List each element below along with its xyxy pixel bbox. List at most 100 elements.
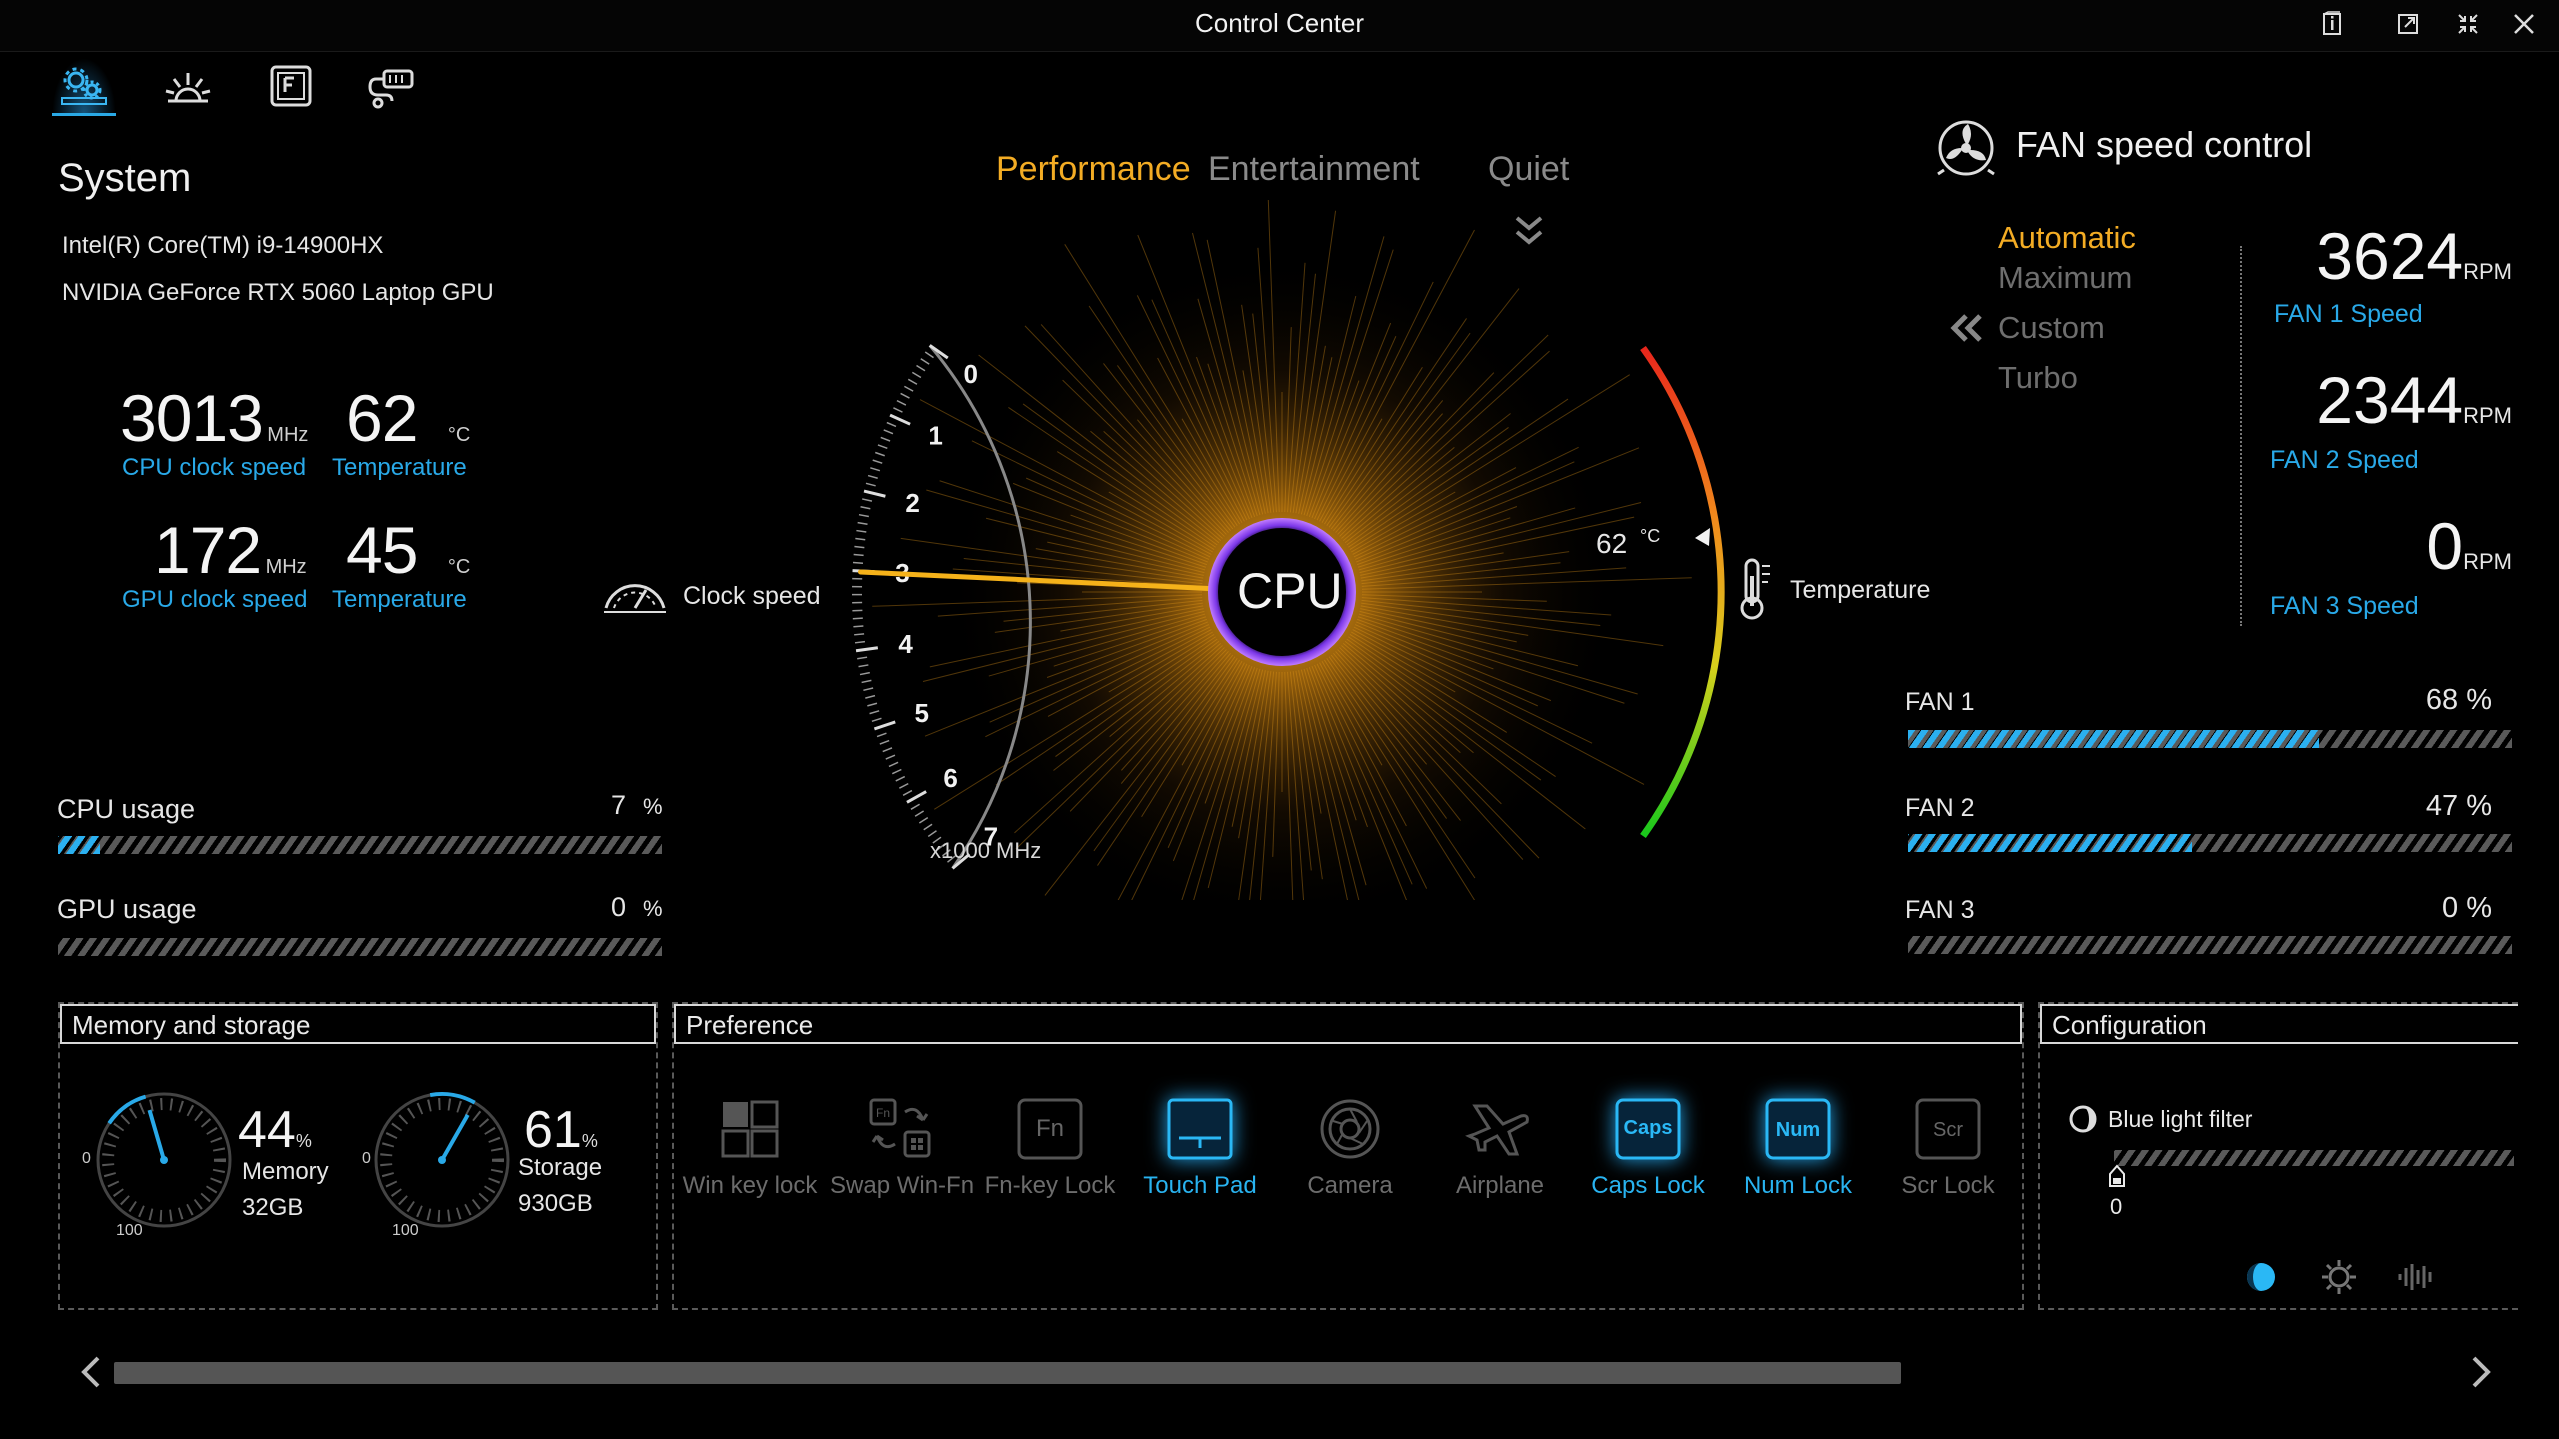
info-button[interactable] [2310,4,2354,44]
gpu-clock-stat: 172 MHz [154,512,354,588]
clock-scale-tick [916,364,926,372]
blue-light-value: 0 [2110,1194,2123,1219]
blue-light-slider[interactable] [2114,1150,2514,1166]
clock-scale-tick [896,399,907,406]
memory-gauge-min: 0 [82,1150,91,1167]
clock-scale-tick [854,545,865,549]
clock-scale-tick [899,782,909,789]
airplane-label: Airplane [1455,1172,1545,1199]
cpu-clock-caption: CPU clock speed [122,454,307,481]
fan-mode-maximum[interactable]: Maximum [1998,260,2132,296]
memory-gauge-max: 100 [116,1222,143,1239]
close-button[interactable] [2502,4,2546,44]
memory-percent-value: 44 [238,1101,296,1159]
svg-text:Fn: Fn [1036,1115,1064,1142]
swap-keys-icon: Fn [865,1096,935,1162]
memory-size: 32GB [242,1194,304,1221]
fan1-bar-label: FAN 1 [1905,688,1975,716]
clock-scale-tick [906,790,927,804]
clock-scale-tick [910,803,920,810]
gpu-temp-caption: Temperature [332,586,467,613]
clock-scale-tick [900,392,910,399]
clock-scale-tick [911,371,922,379]
clock-scale-tick [876,732,887,738]
brightness-icon [165,73,211,103]
clock-scale-tick [879,739,890,745]
toggle-caps-lock[interactable]: Caps Caps Lock [1578,1096,1718,1200]
mode-performance[interactable]: Performance [996,150,1191,189]
temperature-label: Temperature [1790,576,1931,604]
mode-quiet[interactable]: Quiet [1488,150,1569,189]
clock-scale-tick [924,351,934,359]
clock-scale-tick [883,429,894,435]
blue-light-icon [2069,1105,2097,1133]
touchpad-icon [1165,1096,1235,1162]
toggle-airplane[interactable]: Airplane [1430,1096,1570,1200]
eye-care-icon[interactable] [2244,1260,2278,1294]
mode-entertainment[interactable]: Entertainment [1208,150,1420,189]
memory-percent-stat: 44% [238,1100,312,1160]
tab-hardware[interactable] [360,58,424,116]
swap-win-fn-label: Swap Win-Fn [830,1172,975,1199]
cpu-temp-caption: Temperature [332,454,467,481]
gauge-temp-value: 62 [1596,528,1628,559]
horizontal-scrollbar[interactable] [114,1362,1901,1384]
toggle-camera[interactable]: Camera [1280,1096,1420,1200]
fan3-speed-caption: FAN 3 Speed [2270,592,2419,620]
clock-scale-tick [927,830,937,838]
temperature-arc [1640,345,1725,839]
fan-mode-turbo[interactable]: Turbo [1998,360,2078,396]
clock-scale-tick [902,789,913,796]
storage-percent-stat: 61% [524,1100,598,1160]
tab-function-keys[interactable] [258,58,322,116]
toggle-scr-lock[interactable]: Scr Scr Lock [1878,1096,2018,1200]
fan2-rpm-value: 2344 [2316,363,2464,437]
toggle-fn-key-lock[interactable]: Fn Fn-key Lock [980,1096,1120,1200]
storage-gauge-max: 100 [392,1222,419,1239]
tab-display[interactable] [156,58,220,116]
configuration-title: Configuration [2052,1010,2207,1040]
toggle-win-key-lock[interactable]: Win key lock [680,1096,820,1200]
close-icon [2514,14,2534,34]
clock-scale-tick [870,467,881,472]
clock-scale-tick [859,671,870,676]
toggle-num-lock[interactable]: Num Num Lock [1728,1096,1868,1200]
fan1-rpm-unit: RPM [2463,259,2512,284]
memory-gauge [96,1092,232,1228]
blue-light-slider-thumb[interactable] [2108,1164,2126,1188]
restore-button[interactable] [2386,4,2430,44]
toggle-touch-pad[interactable]: Touch Pad [1130,1096,1270,1200]
win-key-lock-label: Win key lock [682,1172,818,1199]
cpu-temp-value: 62 [346,381,418,455]
cpu-temp-unit: °C [447,424,471,446]
fan-mode-collapse-button[interactable] [1948,312,1984,344]
svg-text:Caps: Caps [1624,1117,1673,1139]
brightness-icon[interactable] [2320,1258,2358,1296]
gpu-temp-stat: 45 °C [346,512,506,588]
clock-scale-label: 5 [915,698,929,728]
clock-scale-tick [858,513,869,518]
gpu-usage-unit: % [643,896,663,921]
clock-scale-tick [891,768,902,775]
scroll-right-button[interactable] [2466,1352,2496,1392]
minimize-button[interactable] [2446,4,2490,44]
clock-scale-tick [895,775,906,782]
clock-scale-tick [914,810,925,817]
scroll-left-button[interactable] [76,1352,106,1392]
fan2-speed-caption: FAN 2 Speed [2270,446,2419,474]
toggle-swap-win-fn[interactable]: Fn Swap Win-Fn [830,1096,975,1200]
clock-scale-tick [865,694,876,699]
fan2-bar-value: 47 % [2425,790,2492,822]
clock-scale-tick [857,521,868,525]
clock-scale-tick [863,489,886,498]
tab-system-settings[interactable] [52,58,116,116]
scroll-lock-icon: Scr [1913,1096,1983,1162]
clock-scale-tick [888,761,899,768]
num-lock-icon: Num [1763,1096,1833,1162]
fan-mode-automatic[interactable]: Automatic [1998,220,2136,256]
clock-scale-tick [869,710,880,715]
storage-gauge-min: 0 [362,1150,371,1167]
storage-percent-unit: % [581,1131,598,1151]
fan-mode-custom[interactable]: Custom [1998,310,2105,346]
audio-wave-icon[interactable] [2396,1260,2436,1294]
